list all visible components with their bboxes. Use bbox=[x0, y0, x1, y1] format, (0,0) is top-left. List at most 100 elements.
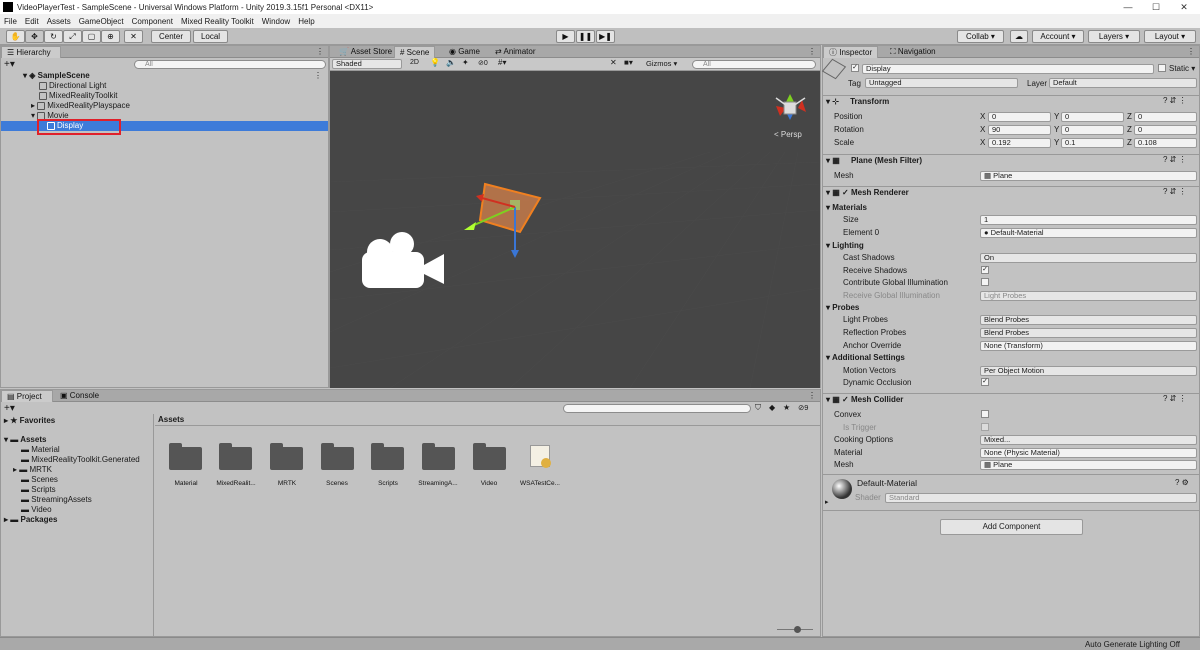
light-probes-dropdown[interactable]: Blend Probes bbox=[980, 315, 1197, 325]
tree-folder-item[interactable]: ▬ Video bbox=[21, 505, 52, 515]
component-help-icon[interactable]: ? ⇵ ⋮ bbox=[1163, 187, 1187, 196]
tab-game[interactable]: ◉ Game bbox=[444, 46, 485, 58]
dynamic-occlusion-checkbox[interactable]: ✓ bbox=[981, 378, 989, 386]
step-icon[interactable]: ▶❚ bbox=[596, 30, 615, 43]
asset-label[interactable]: StreamingA... bbox=[413, 480, 463, 487]
scene-search-input[interactable]: All bbox=[692, 60, 816, 69]
audio-icon[interactable]: 🔈 bbox=[446, 58, 456, 67]
scene-menu-icon[interactable]: ⋮ bbox=[314, 71, 322, 80]
assets-root-item[interactable]: ▾ ▬ Assets bbox=[4, 435, 46, 445]
materials-size-field[interactable]: 1 bbox=[980, 215, 1197, 225]
pivot-center-button[interactable]: Center bbox=[151, 30, 191, 43]
object-name-input[interactable]: Display bbox=[862, 64, 1154, 74]
hierarchy-item[interactable]: Directional Light bbox=[39, 81, 106, 91]
active-checkbox[interactable]: ✓ bbox=[851, 64, 859, 72]
gizmos-dropdown[interactable]: Gizmos ▾ bbox=[646, 59, 677, 68]
material-help-icon[interactable]: ? ⚙ bbox=[1175, 478, 1189, 487]
pause-icon[interactable]: ❚❚ bbox=[576, 30, 595, 43]
mode-2d-button[interactable]: 2D bbox=[410, 59, 419, 66]
certificate-file-icon[interactable] bbox=[530, 445, 551, 468]
tab-console[interactable]: ▣ Console bbox=[55, 390, 104, 402]
tree-folder-item[interactable]: ▬ Material bbox=[21, 445, 60, 455]
hierarchy-item[interactable]: MixedRealityToolkit bbox=[39, 91, 117, 101]
menu-edit[interactable]: Edit bbox=[25, 17, 39, 26]
contribute-gi-checkbox[interactable] bbox=[981, 278, 989, 286]
scale-z-field[interactable]: 0.108 bbox=[1134, 138, 1197, 148]
tab-project[interactable]: ▤ Project bbox=[1, 390, 53, 402]
filter-type-icon[interactable]: ⛉ bbox=[755, 403, 761, 413]
custom-tool-icon[interactable]: ✕ bbox=[124, 30, 143, 43]
panel-menu-icon[interactable]: ⋮ bbox=[316, 47, 324, 56]
rotation-y-field[interactable]: 0 bbox=[1061, 125, 1124, 135]
tag-dropdown[interactable]: Untagged bbox=[865, 78, 1018, 88]
tab-hierarchy[interactable]: ☰ Hierarchy bbox=[1, 46, 61, 58]
tree-folder-item[interactable]: ▬ StreamingAssets bbox=[21, 495, 92, 505]
rect-tool-icon[interactable]: ▢ bbox=[82, 30, 101, 43]
mesh-collider-header[interactable]: ▾ ▦ ✓ Mesh Collider bbox=[823, 393, 1200, 406]
rotate-tool-icon[interactable]: ↻ bbox=[44, 30, 63, 43]
packages-item[interactable]: ▸ ▬ Packages bbox=[4, 515, 57, 525]
rotation-x-field[interactable]: 90 bbox=[988, 125, 1051, 135]
layers-button[interactable]: Layers ▾ bbox=[1088, 30, 1140, 43]
tree-folder-item[interactable]: ▬ Scripts bbox=[21, 485, 56, 495]
filter-label-icon[interactable]: ◆ bbox=[769, 403, 775, 412]
asset-label[interactable]: MixedRealit... bbox=[211, 480, 261, 487]
minimize-button[interactable]: — bbox=[1114, 0, 1142, 14]
tree-folder-item[interactable]: ▬ MixedRealityToolkit.Generated bbox=[21, 455, 140, 465]
scale-x-field[interactable]: 0.192 bbox=[988, 138, 1051, 148]
breadcrumb[interactable]: Assets bbox=[155, 414, 820, 426]
menu-window[interactable]: Window bbox=[262, 17, 290, 26]
layout-button[interactable]: Layout ▾ bbox=[1144, 30, 1196, 43]
project-search-input[interactable] bbox=[563, 404, 751, 413]
convex-checkbox[interactable] bbox=[981, 410, 989, 418]
asset-label[interactable]: Scenes bbox=[312, 480, 362, 487]
tree-folder-item[interactable]: ▸ ▬ MRTK bbox=[13, 465, 52, 475]
folder-icon[interactable] bbox=[422, 443, 455, 470]
panel-menu-icon[interactable]: ⋮ bbox=[1187, 47, 1195, 56]
scale-tool-icon[interactable]: ⤢ bbox=[63, 30, 82, 43]
menu-file[interactable]: File bbox=[4, 17, 17, 26]
favorites-item[interactable]: ▸ ★ Favorites bbox=[4, 416, 55, 426]
tools-icon[interactable]: ✕ bbox=[610, 58, 617, 67]
folder-icon[interactable] bbox=[169, 443, 202, 470]
menu-gameobject[interactable]: GameObject bbox=[79, 17, 124, 26]
account-button[interactable]: Account ▾ bbox=[1032, 30, 1084, 43]
folder-icon[interactable] bbox=[270, 443, 303, 470]
shader-dropdown[interactable]: Standard bbox=[885, 493, 1197, 503]
menu-help[interactable]: Help bbox=[298, 17, 314, 26]
camera-settings-icon[interactable]: ■▾ bbox=[624, 58, 633, 67]
hidden-objects-icon[interactable]: ⊘0 bbox=[478, 59, 488, 67]
lighting-foldout[interactable]: ▾ Lighting bbox=[826, 240, 864, 251]
tab-scene[interactable]: # Scene bbox=[394, 46, 436, 58]
effects-icon[interactable]: ✦ bbox=[462, 58, 469, 67]
reflection-probes-dropdown[interactable]: Blend Probes bbox=[980, 328, 1197, 338]
layer-dropdown[interactable]: Default bbox=[1049, 78, 1197, 88]
cast-shadows-dropdown[interactable]: On bbox=[980, 253, 1197, 263]
element0-object-field[interactable]: ● Default-Material bbox=[980, 228, 1197, 238]
asset-label[interactable]: MRTK bbox=[262, 480, 312, 487]
component-help-icon[interactable]: ? ⇵ ⋮ bbox=[1163, 394, 1187, 403]
tab-animator[interactable]: ⇄ Animator bbox=[490, 46, 541, 58]
collab-button[interactable]: Collab ▾ bbox=[957, 30, 1004, 43]
asset-label[interactable]: Video bbox=[464, 480, 514, 487]
transform-header[interactable]: ▾ ⊹ Transform bbox=[823, 95, 1200, 108]
icon-size-slider-thumb[interactable] bbox=[794, 626, 801, 633]
probes-foldout[interactable]: ▾ Probes bbox=[826, 302, 859, 313]
grid-icon[interactable]: #▾ bbox=[498, 58, 506, 67]
create-icon[interactable]: +▾ bbox=[4, 59, 15, 70]
lighting-status-text[interactable]: Auto Generate Lighting Off bbox=[1085, 640, 1180, 649]
transform-tool-icon[interactable]: ⊕ bbox=[101, 30, 120, 43]
physic-material-field[interactable]: None (Physic Material) bbox=[980, 448, 1197, 458]
additional-settings-foldout[interactable]: ▾ Additional Settings bbox=[826, 352, 905, 363]
position-x-field[interactable]: 0 bbox=[988, 112, 1051, 122]
material-foldout-icon[interactable]: ▸ bbox=[825, 498, 829, 506]
hand-tool-icon[interactable]: ✋ bbox=[6, 30, 25, 43]
scale-y-field[interactable]: 0.1 bbox=[1061, 138, 1124, 148]
folder-icon[interactable] bbox=[219, 443, 252, 470]
move-tool-icon[interactable]: ✥ bbox=[25, 30, 44, 43]
static-dropdown[interactable]: Static ▾ bbox=[1169, 63, 1195, 74]
pivot-local-button[interactable]: Local bbox=[193, 30, 228, 43]
panel-menu-icon[interactable]: ⋮ bbox=[808, 47, 816, 56]
play-icon[interactable]: ▶ bbox=[556, 30, 575, 43]
anchor-override-field[interactable]: None (Transform) bbox=[980, 341, 1197, 351]
